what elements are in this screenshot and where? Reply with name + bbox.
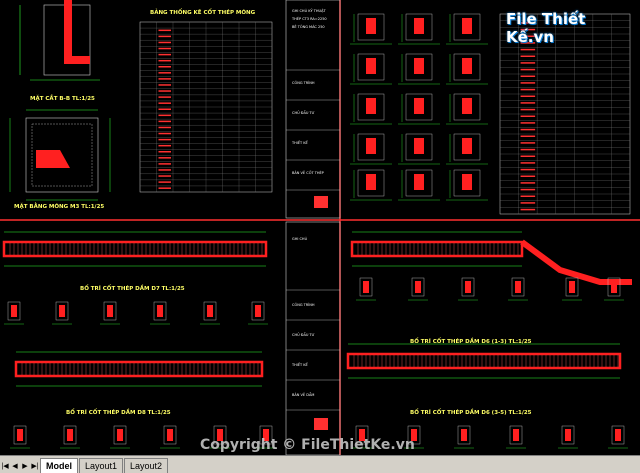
beam-d6-13-title: BỐ TRÍ CỐT THÉP DẦM D6 (1-3) TL:1/25 (410, 336, 532, 345)
layout-tab-bar: |◀ ◀ ▶ ▶| Model Layout1 Layout2 (0, 455, 640, 473)
tab-layout1[interactable]: Layout1 (79, 458, 124, 473)
beam-d6-35-title: BỐ TRÍ CỐT THÉP DẦM D6 (3-5) TL:1/25 (410, 407, 532, 416)
tab-model[interactable]: Model (40, 458, 78, 473)
last-tab-icon[interactable]: ▶| (30, 459, 40, 473)
svg-text:CHỦ ĐẦU TƯ: CHỦ ĐẦU TƯ (292, 332, 315, 337)
logo-text: File Thiết Kế.vn (506, 10, 586, 46)
prev-tab-icon[interactable]: ◀ (10, 459, 20, 473)
svg-text:THIẾT KẾ: THIẾT KẾ (291, 361, 309, 367)
cad-drawing: GHI CHÚ KỸ THUẬT THÉP CT3 RA=2250 BÊ TÔNG… (0, 0, 640, 456)
svg-text:CHỦ ĐẦU TƯ: CHỦ ĐẦU TƯ (292, 110, 315, 115)
tab-layout2[interactable]: Layout2 (124, 458, 169, 473)
svg-text:BẢN VẼ CỐT THÉP: BẢN VẼ CỐT THÉP (292, 170, 324, 175)
drawing-canvas[interactable]: GHI CHÚ KỸ THUẬT THÉP CT3 RA=2250 BÊ TÔNG… (0, 0, 640, 456)
watermark-logo: File Thiết Kế.vn (506, 10, 632, 46)
svg-text:BẢN VẼ DẦM: BẢN VẼ DẦM (292, 392, 314, 397)
next-tab-icon[interactable]: ▶ (20, 459, 30, 473)
svg-text:GHI CHÚ: GHI CHÚ (292, 236, 308, 241)
svg-text:CÔNG TRÌNH: CÔNG TRÌNH (292, 302, 315, 307)
svg-text:BÊ TÔNG MÁC 250: BÊ TÔNG MÁC 250 (292, 24, 325, 29)
watermark-copyright: Copyright © FileThietKe.vn (200, 437, 415, 453)
section-b-title: MẶT CẮT B-B TL:1/25 (30, 94, 95, 102)
beam-d8-title: BỐ TRÍ CỐT THÉP DẦM D8 TL:1/25 (66, 407, 171, 416)
foundation-plan-title: MẶT BẰNG MÓNG M3 TL:1/25 (14, 202, 104, 210)
svg-text:GHI CHÚ KỸ THUẬT: GHI CHÚ KỸ THUẬT (292, 8, 327, 13)
table-title: BẢNG THỐNG KÊ CỐT THÉP MÓNG (150, 8, 256, 16)
svg-text:THÉP CT3 RA=2250: THÉP CT3 RA=2250 (291, 16, 327, 21)
svg-text:THIẾT KẾ: THIẾT KẾ (291, 139, 309, 145)
svg-text:CÔNG TRÌNH: CÔNG TRÌNH (292, 80, 315, 85)
first-tab-icon[interactable]: |◀ (0, 459, 10, 473)
beam-d7-title: BỐ TRÍ CỐT THÉP DẦM D7 TL:1/25 (80, 283, 185, 292)
